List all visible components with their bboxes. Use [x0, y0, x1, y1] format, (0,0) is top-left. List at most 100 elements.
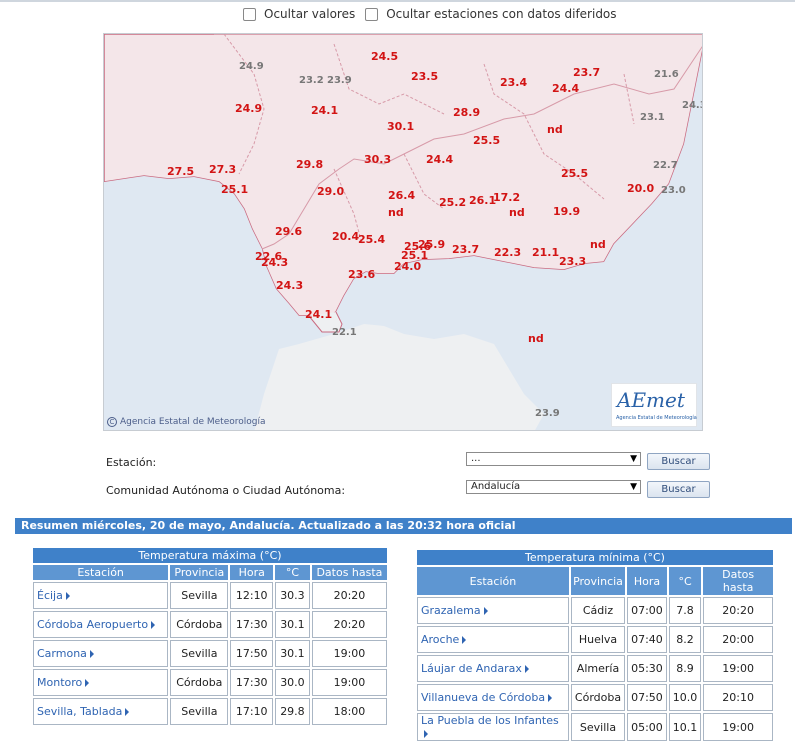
- map-value-label[interactable]: 20.0: [627, 182, 654, 195]
- copyright-icon: C: [107, 417, 117, 427]
- station-link[interactable]: Sevilla, Tablada: [33, 698, 169, 725]
- map-value-label[interactable]: 24.3: [276, 279, 303, 292]
- data-until-cell: 20:20: [703, 597, 773, 624]
- max-temperature-table: Temperatura máxima (°C) Estación Provinc…: [31, 546, 389, 727]
- station-link[interactable]: Aroche: [417, 626, 569, 653]
- map-value-label[interactable]: 24.4: [552, 82, 579, 95]
- map-value-label[interactable]: 25.1: [221, 183, 248, 196]
- station-select[interactable]: ... ▼: [466, 452, 641, 466]
- hide-values-toggle[interactable]: Ocultar valores: [243, 7, 355, 21]
- map-value-label[interactable]: 29.8: [296, 158, 323, 171]
- station-link[interactable]: Carmona: [33, 640, 169, 667]
- station-name[interactable]: Villanueva de Córdoba: [421, 691, 545, 704]
- map-value-label[interactable]: 24.1: [311, 104, 338, 117]
- map-value-label[interactable]: 24.1: [305, 308, 332, 321]
- time-cell: 17:10: [230, 698, 274, 725]
- map-value-label[interactable]: 21.1: [532, 246, 559, 259]
- map-deferred-label[interactable]: 23.0: [661, 185, 686, 196]
- caret-right-icon: [524, 665, 529, 673]
- map-value-label[interactable]: nd: [590, 238, 606, 251]
- map-value-label[interactable]: 26.4: [388, 189, 415, 202]
- province-cell: Huelva: [570, 626, 626, 653]
- station-name[interactable]: Écija: [37, 589, 63, 602]
- map-deferred-label[interactable]: 23.2: [299, 75, 324, 86]
- map-value-label[interactable]: 25.5: [561, 167, 588, 180]
- hide-deferred-checkbox[interactable]: [365, 7, 379, 21]
- station-link[interactable]: Montoro: [33, 669, 169, 696]
- map-deferred-label[interactable]: 24.3: [682, 100, 702, 111]
- province-cell: Cádiz: [570, 597, 626, 624]
- col-temp: °C: [275, 565, 310, 580]
- station-name[interactable]: Montoro: [37, 676, 82, 689]
- map-value-label[interactable]: 25.2: [439, 196, 466, 209]
- map-value-label[interactable]: 24.4: [426, 153, 453, 166]
- copyright-text: Agencia Estatal de Meteorología: [120, 417, 266, 427]
- search-region-button[interactable]: Buscar: [647, 481, 710, 498]
- map-deferred-label[interactable]: 23.1: [640, 112, 665, 123]
- station-link[interactable]: Villanueva de Córdoba: [417, 684, 569, 711]
- station-link[interactable]: Láujar de Andarax: [417, 655, 569, 682]
- map-value-label[interactable]: 23.4: [500, 76, 527, 89]
- hide-values-checkbox[interactable]: [243, 7, 256, 21]
- map-value-label[interactable]: 22.3: [494, 246, 521, 259]
- map-value-label[interactable]: 25.5: [473, 134, 500, 147]
- map-value-label[interactable]: 19.9: [553, 205, 580, 218]
- map-value-label[interactable]: nd: [388, 206, 404, 219]
- map-deferred-label[interactable]: 22.1: [332, 327, 357, 338]
- map-value-label[interactable]: 30.3: [364, 153, 391, 166]
- map-value-label[interactable]: 24.5: [371, 50, 398, 63]
- hide-deferred-label[interactable]: Ocultar estaciones con datos diferidos: [386, 7, 616, 21]
- table-row: Villanueva de Córdoba Córdoba 07:50 10.0 20:…: [417, 684, 773, 711]
- province-cell: Córdoba: [170, 669, 229, 696]
- station-link[interactable]: La Puebla de los Infantes: [417, 713, 569, 741]
- map-value-label[interactable]: 30.1: [387, 120, 414, 133]
- map-value-label[interactable]: 29.0: [317, 185, 344, 198]
- map-value-label[interactable]: nd: [509, 206, 525, 219]
- province-cell: Sevilla: [570, 713, 626, 741]
- map-deferred-label[interactable]: 24.9: [239, 61, 264, 72]
- map-value-label[interactable]: 24.3: [261, 256, 288, 269]
- station-name[interactable]: Sevilla, Tablada: [37, 705, 122, 718]
- map-value-label[interactable]: 23.3: [559, 255, 586, 268]
- province-cell: Córdoba: [170, 611, 229, 638]
- time-cell: 17:30: [230, 611, 274, 638]
- map-value-label[interactable]: 29.6: [275, 225, 302, 238]
- map-value-label[interactable]: 24.9: [235, 102, 262, 115]
- col-data-until: Datos hasta: [311, 565, 387, 580]
- station-name[interactable]: Aroche: [421, 633, 459, 646]
- map-deferred-label[interactable]: 23.9: [535, 408, 560, 419]
- map-value-label[interactable]: 20.4: [332, 230, 359, 243]
- station-name[interactable]: Carmona: [37, 647, 87, 660]
- map-value-label[interactable]: 28.9: [453, 106, 480, 119]
- map-value-label[interactable]: 27.5: [167, 165, 194, 178]
- province-cell: Sevilla: [170, 582, 229, 609]
- map-value-label[interactable]: nd: [547, 123, 563, 136]
- map-value-label[interactable]: 23.6: [348, 268, 375, 281]
- map-value-label[interactable]: 23.7: [452, 243, 479, 256]
- search-station-button[interactable]: Buscar: [647, 453, 710, 470]
- table-row: Écija Sevilla 12:10 30.3 20:20: [33, 582, 387, 609]
- map-value-label[interactable]: 25.4: [358, 233, 385, 246]
- map-deferred-label[interactable]: 23.9: [327, 75, 352, 86]
- station-link[interactable]: Córdoba Aeropuerto: [33, 611, 169, 638]
- map-deferred-label[interactable]: 22.7: [653, 160, 678, 171]
- hide-values-label[interactable]: Ocultar valores: [264, 7, 355, 21]
- map-value-label[interactable]: 23.5: [411, 70, 438, 83]
- station-link[interactable]: Écija: [33, 582, 169, 609]
- temp-cell: 8.2: [668, 626, 702, 653]
- station-name[interactable]: Grazalema: [421, 604, 481, 617]
- map-value-label[interactable]: 24.0: [394, 260, 421, 273]
- station-link[interactable]: Grazalema: [417, 597, 569, 624]
- region-select[interactable]: Andalucía ▼: [466, 480, 641, 494]
- map-value-label[interactable]: nd: [528, 332, 544, 345]
- station-name[interactable]: La Puebla de los Infantes: [421, 714, 559, 727]
- temperature-map[interactable]: C Agencia Estatal de Meteorología AEmet …: [103, 33, 703, 431]
- map-value-label[interactable]: 27.3: [209, 163, 236, 176]
- map-value-label[interactable]: 23.7: [573, 66, 600, 79]
- data-until-cell: 18:00: [311, 698, 387, 725]
- hide-deferred-toggle[interactable]: Ocultar estaciones con datos diferidos: [365, 7, 617, 21]
- station-name[interactable]: Córdoba Aeropuerto: [37, 618, 148, 631]
- map-deferred-label[interactable]: 21.6: [654, 69, 679, 80]
- map-value-label[interactable]: 17.2: [493, 191, 520, 204]
- station-name[interactable]: Láujar de Andarax: [421, 662, 522, 675]
